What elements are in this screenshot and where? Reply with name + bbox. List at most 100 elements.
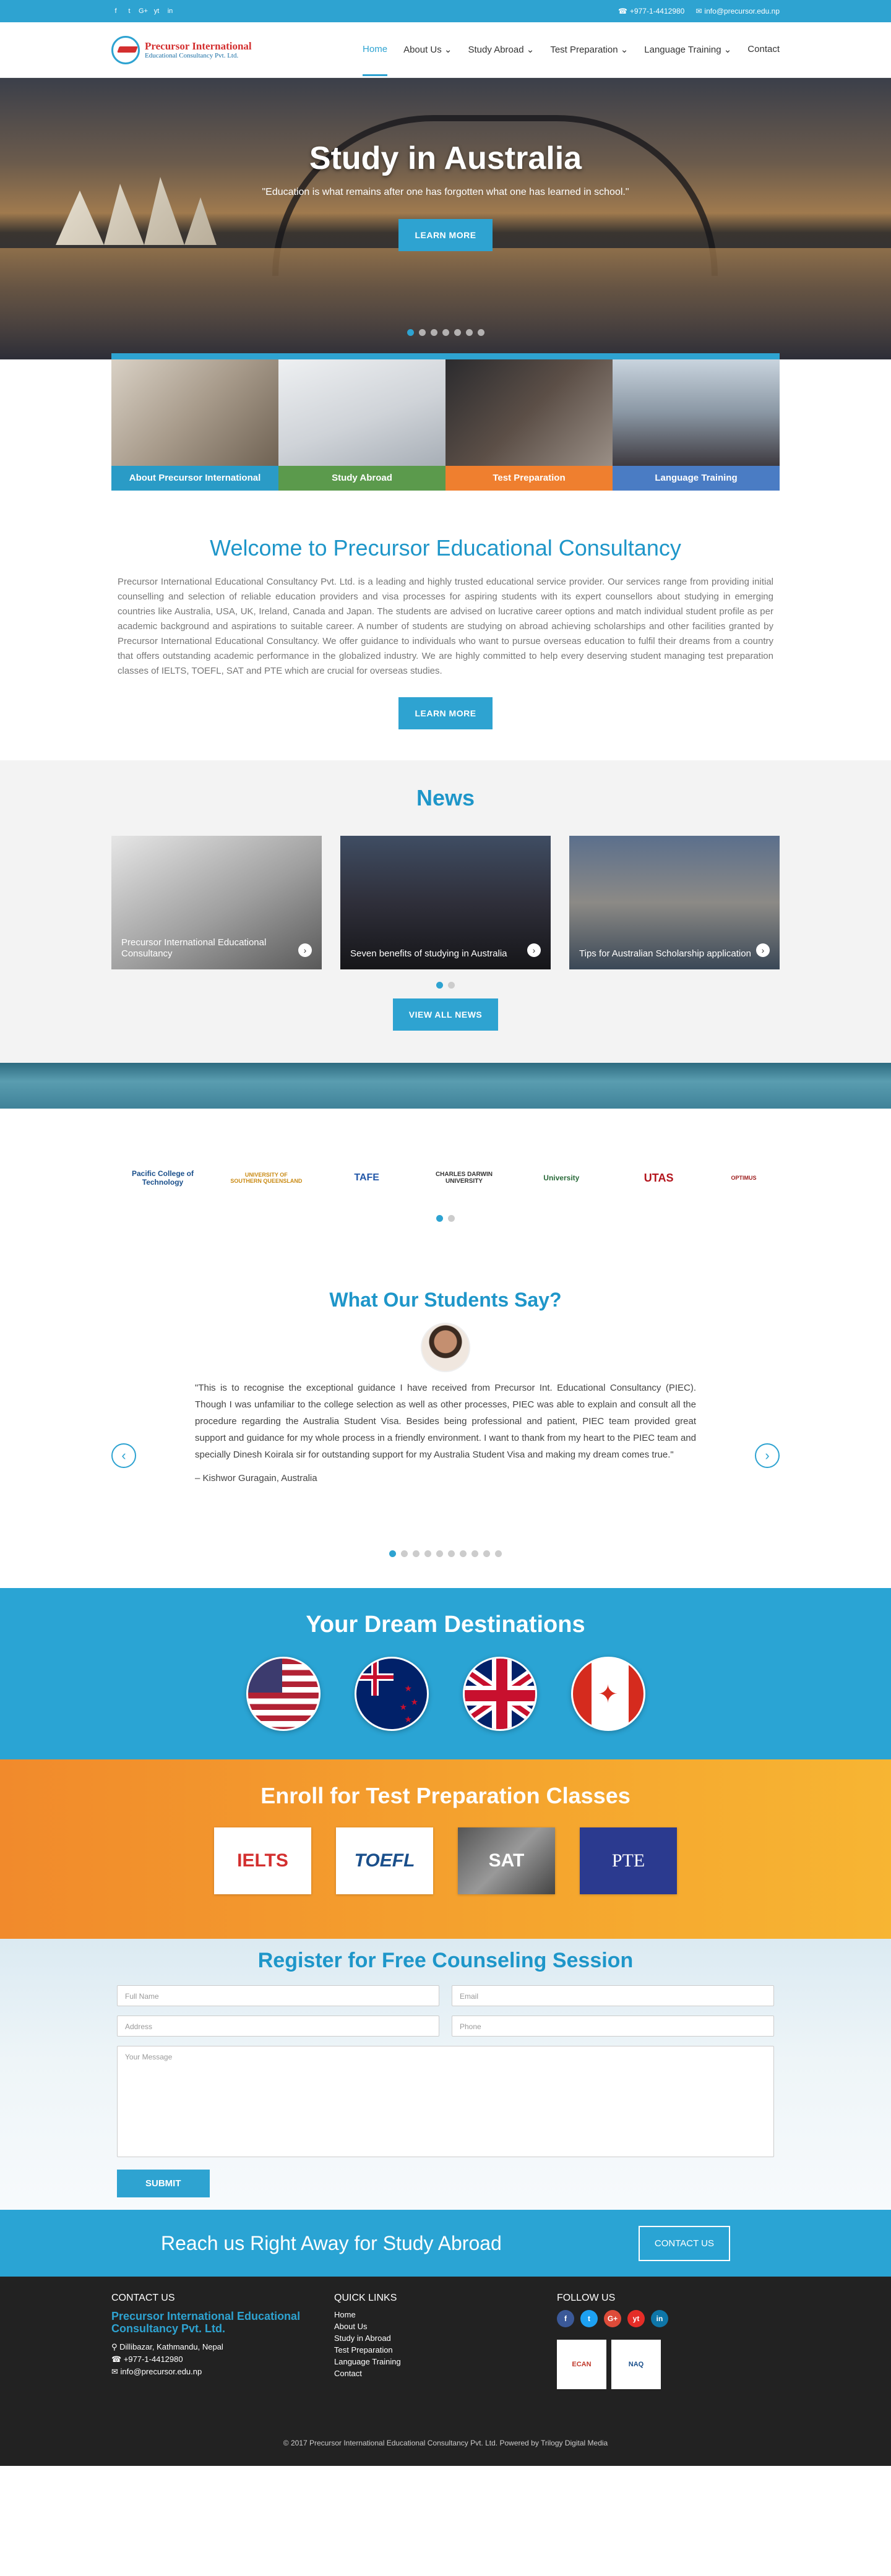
footer-company-name: Precursor International Educational Cons… [111,2310,301,2335]
toefl-card[interactable]: TOEFL [336,1827,433,1894]
footer-email[interactable]: info@precursor.edu.np [121,2367,202,2376]
pte-card[interactable]: PTE [580,1827,677,1894]
ecan-logo: ECAN [557,2340,606,2389]
chevron-right-icon[interactable]: › [755,1443,780,1468]
youtube-icon[interactable]: yt [152,7,161,15]
google-plus-icon[interactable]: G+ [604,2310,621,2327]
partner-logo[interactable]: TAFE [336,1159,398,1196]
sat-card[interactable]: SAT [458,1827,555,1894]
news-dots [111,982,780,989]
tile-test-preparation[interactable]: Test Preparation [446,353,613,491]
harbour-water-image [0,248,891,359]
arrow-right-icon[interactable]: › [527,943,541,957]
linkedin-icon[interactable]: in [651,2310,668,2327]
tile-test-preparation-image [446,359,613,466]
footer-link-contact[interactable]: Contact [334,2369,557,2378]
partner-logo[interactable]: University [530,1159,592,1196]
tile-study-abroad[interactable]: Study Abroad [278,353,446,491]
partner-logo[interactable]: Pacific College of Technology [129,1159,197,1196]
slide-dot[interactable] [477,329,484,336]
slide-dot[interactable] [436,1215,443,1222]
slide-dot[interactable] [442,329,449,336]
news-card[interactable]: Precursor International Educational Cons… [111,836,322,969]
tile-language-training-image [613,359,780,466]
nav-language-training[interactable]: Language Training ⌄ [644,24,731,76]
slide-dot[interactable] [436,982,443,989]
news-card[interactable]: Tips for Australian Scholarship applicat… [569,836,780,969]
twitter-icon[interactable]: t [125,7,134,15]
slide-dot[interactable] [436,1550,443,1557]
nav-contact[interactable]: Contact [747,24,780,76]
slide-dot[interactable] [448,1215,455,1222]
footer-link-test-preparation[interactable]: Test Preparation [334,2345,557,2355]
footer-link-about-us[interactable]: About Us [334,2322,557,2331]
facebook-icon[interactable]: f [111,7,120,15]
mail-icon: ✉ [695,7,702,15]
slide-dot[interactable] [448,1550,455,1557]
slide-dot[interactable] [460,1550,467,1557]
google-plus-icon[interactable]: G+ [139,7,148,15]
message-field[interactable]: Your Message [117,2046,774,2157]
linkedin-icon[interactable]: in [166,7,174,15]
uk-flag-icon[interactable] [462,1657,537,1731]
footer-phone[interactable]: +977-1-4412980 [124,2355,183,2364]
tile-about[interactable]: About Precursor International [111,353,278,491]
top-email[interactable]: info@precursor.edu.np [704,7,780,15]
nav-test-preparation[interactable]: Test Preparation ⌄ [550,24,628,76]
slide-dot[interactable] [401,1550,408,1557]
welcome-learn-more-button[interactable]: LEARN MORE [398,697,493,729]
slide-dot[interactable] [483,1550,490,1557]
partner-logo[interactable]: CHARLES DARWIN UNIVERSITY [430,1159,498,1196]
submit-button[interactable]: SUBMIT [117,2170,210,2197]
tile-study-abroad-image [278,359,446,466]
partner-logo[interactable]: UTAS [625,1159,693,1196]
new-zealand-flag-icon[interactable]: ★ ★ ★ ★ [354,1657,429,1731]
footer-link-language-training[interactable]: Language Training [334,2357,557,2366]
hero-learn-more-button[interactable]: LEARN MORE [398,219,493,251]
tile-language-training[interactable]: Language Training [613,353,780,491]
chevron-left-icon[interactable]: ‹ [111,1443,136,1468]
canada-flag-icon[interactable]: ✦ [570,1657,645,1731]
top-social-links: f t G+ yt in [111,7,174,15]
slide-dot[interactable] [407,329,414,336]
nav-about-us[interactable]: About Us ⌄ [403,24,452,76]
twitter-icon[interactable]: t [580,2310,598,2327]
ielts-card[interactable]: IELTS [214,1827,311,1894]
slide-dot[interactable] [465,329,473,336]
youtube-icon[interactable]: yt [627,2310,645,2327]
news-card[interactable]: Seven benefits of studying in Australia … [340,836,551,969]
footer-link-study-in-abroad[interactable]: Study in Abroad [334,2333,557,2343]
slide-dot[interactable] [471,1550,478,1557]
slide-dot[interactable] [430,329,437,336]
address-field[interactable]: Address [117,2016,439,2037]
usa-flag-icon[interactable] [246,1657,321,1731]
footer-link-home[interactable]: Home [334,2310,557,2319]
top-phone[interactable]: +977-1-4412980 [630,7,684,15]
affiliation-seal-logo: NAQ [611,2340,661,2389]
slide-dot[interactable] [495,1550,502,1557]
email-field[interactable]: Email [452,1985,774,2006]
logo-line-2: Educational Consultancy Pvt. Ltd. [145,52,239,60]
arrow-right-icon[interactable]: › [756,943,770,957]
tile-study-abroad-label: Study Abroad [278,466,446,491]
nav-study-abroad[interactable]: Study Abroad ⌄ [468,24,535,76]
slide-dot[interactable] [413,1550,420,1557]
arrow-right-icon[interactable]: › [298,943,312,957]
facebook-icon[interactable]: f [557,2310,574,2327]
partner-logo[interactable]: UNIVERSITY OF SOUTHERN QUEENSLAND [229,1159,303,1196]
view-all-news-button[interactable]: VIEW ALL NEWS [392,998,499,1031]
phone-field[interactable]: Phone [452,2016,774,2037]
slide-dot[interactable] [389,1550,396,1557]
nav-home[interactable]: Home [363,24,388,76]
slide-dot[interactable] [454,329,461,336]
news-card-caption: Tips for Australian Scholarship applicat… [579,948,751,959]
slide-dot[interactable] [424,1550,431,1557]
slide-dot[interactable] [448,982,455,989]
sat-logo: SAT [488,1850,525,1871]
partner-logo[interactable]: OPTIMUS [725,1159,762,1196]
footer-links-title: QUICK LINKS [334,2293,397,2303]
site-logo[interactable]: Precursor International Educational Cons… [111,36,252,64]
slide-dot[interactable] [418,329,426,336]
full-name-field[interactable]: Full Name [117,1985,439,2006]
contact-us-button[interactable]: CONTACT US [638,2225,730,2261]
